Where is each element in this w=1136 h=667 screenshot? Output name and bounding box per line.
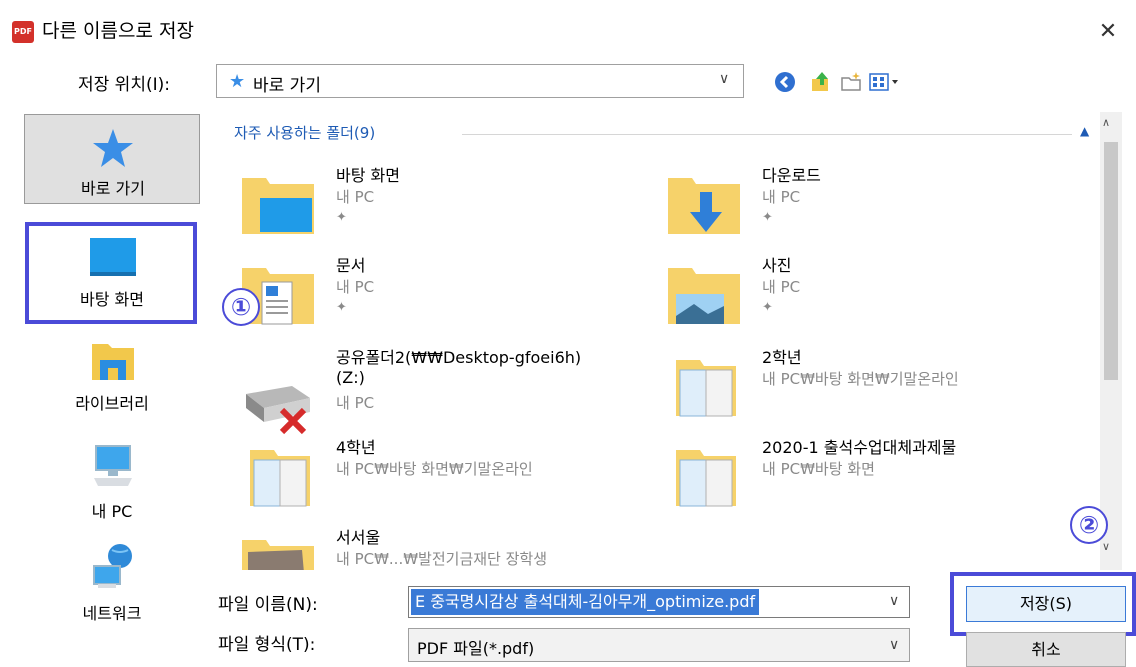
group-header[interactable]: 자주 사용하는 폴더(9)	[234, 122, 375, 143]
filetype-label: 파일 형식(T):	[218, 635, 316, 655]
item-name: 2학년	[762, 348, 802, 367]
list-item-seoseoul[interactable]: 서서울 내 PC₩...₩발전기금재단 장학생	[240, 524, 640, 570]
item-name: 바탕 화면	[336, 166, 400, 185]
star-icon	[93, 129, 133, 167]
pictures-folder-icon	[668, 268, 740, 324]
nav-item-label: 라이브러리	[75, 394, 149, 413]
chevron-down-icon[interactable]: ∨	[889, 637, 899, 653]
folder-icon	[676, 450, 736, 507]
scroll-up-icon[interactable]: ∧	[1102, 116, 1110, 129]
desktop-folder-icon	[242, 178, 314, 234]
pin-icon: ✦	[336, 210, 347, 225]
item-name-drive: (Z:)	[336, 368, 365, 387]
item-name: 사진	[762, 256, 792, 275]
chevron-down-icon[interactable]: ∨	[889, 593, 899, 609]
nav-item-label: 네트워크	[82, 604, 142, 623]
item-location: 내 PC₩바탕 화면₩기말온라인	[762, 370, 959, 388]
annotation-marker-1: ①	[222, 288, 260, 326]
item-location: 내 PC₩바탕 화면₩기말온라인	[336, 460, 533, 478]
filename-label: 파일 이름(N):	[218, 595, 318, 615]
network-drive-disconnected-icon	[246, 386, 310, 435]
folder-icon	[242, 540, 314, 570]
filetype-value: PDF 파일(*.pdf)	[417, 639, 535, 658]
item-name: 공유폴더2(₩₩Desktop-gfoei6h)	[336, 348, 582, 367]
network-icon	[93, 544, 132, 588]
window-title: 다른 이름으로 저장	[42, 20, 194, 42]
view-menu-icon[interactable]	[868, 70, 902, 94]
filename-value[interactable]: E 중국명시감상 출석대체-김아무개_optimize.pdf	[411, 589, 760, 615]
nav-item-quick-access[interactable]: 바로 가기	[24, 114, 200, 204]
item-location: 내 PC₩...₩발전기금재단 장학생	[336, 550, 548, 568]
new-folder-icon[interactable]	[838, 70, 864, 94]
nav-item-library[interactable]: 라이브러리	[24, 334, 200, 424]
pin-icon: ✦	[762, 300, 773, 315]
nav-item-network[interactable]: 네트워크	[24, 542, 200, 632]
vertical-scrollbar[interactable]: ∧ ∨	[1100, 112, 1122, 570]
folder-icon	[250, 450, 310, 507]
close-button[interactable]: ✕	[1090, 14, 1126, 50]
nav-item-label: 바로 가기	[81, 179, 145, 198]
pin-icon: ✦	[762, 210, 773, 225]
save-location-label: 저장 위치(I):	[78, 75, 170, 95]
title-bar: PDF 다른 이름으로 저장 ✕	[0, 0, 1136, 62]
back-icon[interactable]	[772, 70, 798, 94]
list-item-grade2[interactable]: 2학년 내 PC₩바탕 화면₩기말온라인	[666, 344, 1066, 434]
scroll-thumb[interactable]	[1104, 142, 1118, 380]
save-highlight-box	[950, 572, 1136, 636]
list-item-grade4[interactable]: 4학년 내 PC₩바탕 화면₩기말온라인	[240, 434, 640, 524]
item-name: 문서	[336, 256, 366, 275]
left-navigation-pane: 바로 가기 바탕 화면 라이브러리 내 PC 네트워크	[12, 112, 200, 667]
filename-input[interactable]: E 중국명시감상 출석대체-김아무개_optimize.pdf ∨	[408, 586, 910, 618]
up-folder-icon[interactable]	[808, 70, 834, 94]
list-item-downloads[interactable]: 다운로드 내 PC ✦	[666, 162, 1066, 252]
nav-item-label: 내 PC	[91, 502, 133, 521]
save-location-value: 바로 가기	[253, 76, 321, 96]
list-item-documents[interactable]: 문서 내 PC ✦	[240, 252, 640, 342]
filetype-select[interactable]: PDF 파일(*.pdf) ∨	[408, 628, 910, 662]
chevron-down-icon[interactable]: ∨	[719, 71, 729, 87]
desktop-highlight-box	[25, 222, 197, 324]
list-item-2020-1[interactable]: 2020-1 출석수업대체과제물 내 PC₩바탕 화면	[666, 434, 1066, 524]
item-name: 4학년	[336, 438, 376, 457]
pdf-app-icon: PDF	[12, 21, 34, 43]
list-item-desktop[interactable]: 바탕 화면 내 PC ✦	[240, 162, 640, 252]
nav-item-this-pc[interactable]: 내 PC	[24, 442, 200, 532]
item-location: 내 PC	[336, 394, 375, 412]
cancel-button[interactable]: 취소	[966, 632, 1126, 667]
item-location: 내 PC₩바탕 화면	[762, 460, 875, 478]
item-name: 다운로드	[762, 166, 821, 185]
file-list-pane: 자주 사용하는 폴더(9) ▲ 바탕 화면 내 PC ✦ 다운로드 내 PC ✦…	[214, 112, 1120, 570]
chevron-up-icon[interactable]: ▲	[1080, 124, 1089, 138]
pin-icon: ✦	[336, 300, 347, 315]
group-divider	[462, 134, 1072, 135]
item-location: 내 PC	[336, 188, 375, 206]
item-name: 2020-1 출석수업대체과제물	[762, 438, 957, 457]
folder-icon	[676, 360, 736, 417]
item-name: 서서울	[336, 528, 381, 547]
downloads-folder-icon	[668, 178, 740, 234]
star-icon: ★	[229, 71, 246, 92]
scroll-down-icon[interactable]: ∨	[1102, 540, 1110, 553]
annotation-marker-2: ②	[1070, 506, 1108, 544]
item-location: 내 PC	[336, 278, 375, 296]
computer-icon	[94, 445, 132, 486]
list-item-pictures[interactable]: 사진 내 PC ✦	[666, 252, 1066, 342]
library-icon	[92, 344, 134, 380]
list-item-shared-drive[interactable]: 공유폴더2(₩₩Desktop-gfoei6h) (Z:) 내 PC	[240, 344, 640, 435]
save-location-combo[interactable]: ★ 바로 가기 ∨	[216, 64, 744, 98]
item-location: 내 PC	[762, 188, 801, 206]
item-location: 내 PC	[762, 278, 801, 296]
